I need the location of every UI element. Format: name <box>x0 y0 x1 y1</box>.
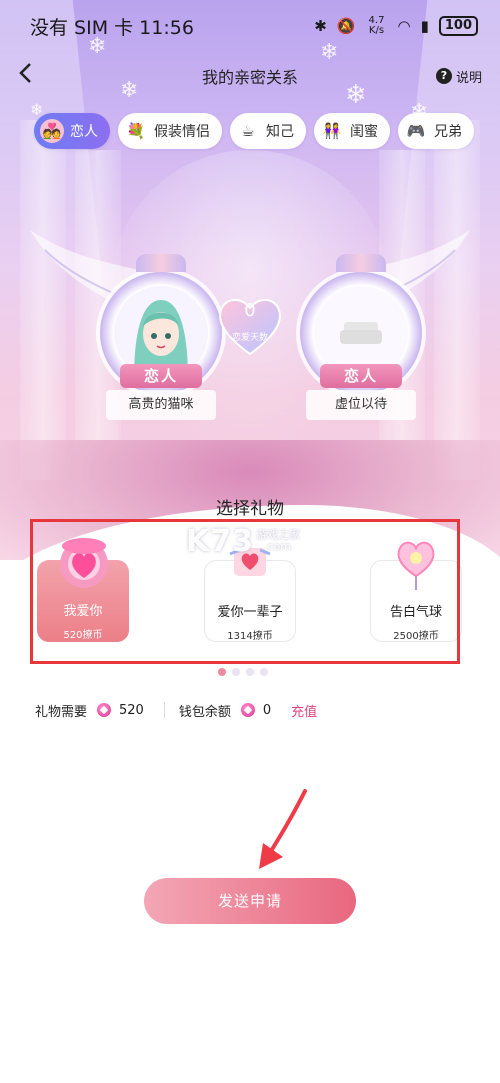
bluetooth-icon: ✱ <box>314 17 327 35</box>
page-title: 我的亲密关系 <box>201 68 298 87</box>
wifi-icon: ◠ <box>397 17 411 35</box>
crown-decoration <box>136 254 186 272</box>
relation-badge: 恋人 <box>120 364 202 388</box>
tab-bestie[interactable]: 👭 闺蜜 <box>314 113 390 149</box>
status-bar: 没有 SIM 卡 11:56 ✱ 🔕 4.7 K/s ◠ ▮ 100 <box>0 0 500 52</box>
tab-label: 闺蜜 <box>350 124 378 140</box>
cost-row: 礼物需要 520 钱包余额 0 充值 <box>35 700 317 720</box>
help-label: 说明 <box>455 70 482 86</box>
header: 我的亲密关系 ? 说明 <box>0 56 500 96</box>
highlight-box <box>30 519 460 664</box>
my-name: 高贵的猫咪 <box>106 390 216 420</box>
gift-need-value: 520 <box>119 702 144 718</box>
help-button[interactable]: ? 说明 <box>435 67 482 86</box>
tab-label: 兄弟 <box>434 124 462 140</box>
tab-label: 假装情侣 <box>154 124 210 140</box>
net-speed: 4.7 K/s <box>368 15 385 36</box>
relation-tabs: 💑 恋人 💐 假装情侣 ☕ 知己 👭 闺蜜 🎮 兄弟 <box>34 113 474 149</box>
tab-label: 知己 <box>266 124 294 140</box>
carousel-dot <box>260 668 268 676</box>
wallet-balance-value: 0 <box>262 702 272 718</box>
relation-badge: 恋人 <box>320 364 402 388</box>
pointer-arrow-icon <box>259 789 307 869</box>
my-avatar-frame[interactable]: 恋人 <box>100 254 222 394</box>
love-days-heart: 0 恋爱天数 <box>215 290 285 360</box>
tab-label: 恋人 <box>70 124 98 140</box>
friends-icon: 👭 <box>322 122 342 140</box>
coin-icon <box>240 703 255 717</box>
recharge-link[interactable]: 充值 <box>291 701 317 720</box>
sim-icon: ▮ <box>420 17 429 35</box>
gamepad-icon: 🎮 <box>406 122 426 140</box>
coin-icon <box>97 703 112 717</box>
teacup-icon: ☕ <box>241 122 255 140</box>
crown-decoration <box>336 254 386 272</box>
mute-icon: 🔕 <box>336 17 356 35</box>
partner-avatar-frame[interactable]: 恋人 <box>300 254 422 394</box>
gift-need-label: 礼物需要 <box>35 704 88 720</box>
partner-name: 虚位以待 <box>306 390 416 420</box>
flower-icon: 💐 <box>126 122 146 140</box>
tab-lovers[interactable]: 💑 恋人 <box>34 113 110 149</box>
divider <box>163 702 165 718</box>
love-days-label: 恋爱天数 <box>231 333 268 343</box>
lovers-icon: 💑 <box>40 119 64 143</box>
carousel-dot <box>218 668 226 676</box>
love-days-count: 0 <box>244 300 256 321</box>
battery-indicator: 100 <box>438 16 478 36</box>
wallet-balance-label: 钱包余额 <box>178 704 231 720</box>
carousel-dots <box>218 668 268 676</box>
send-request-button[interactable]: 发送申请 <box>144 878 356 924</box>
tab-fake-couple[interactable]: 💐 假装情侣 <box>118 113 222 149</box>
tab-brothers[interactable]: 🎮 兄弟 <box>398 113 474 149</box>
tab-confidant[interactable]: ☕ 知己 <box>230 113 306 149</box>
question-icon: ? <box>435 68 452 84</box>
carousel-dot <box>246 668 254 676</box>
carousel-dot <box>232 668 240 676</box>
carrier-time: 没有 SIM 卡 11:56 <box>30 16 194 39</box>
gift-section-title: 选择礼物 <box>216 499 284 519</box>
